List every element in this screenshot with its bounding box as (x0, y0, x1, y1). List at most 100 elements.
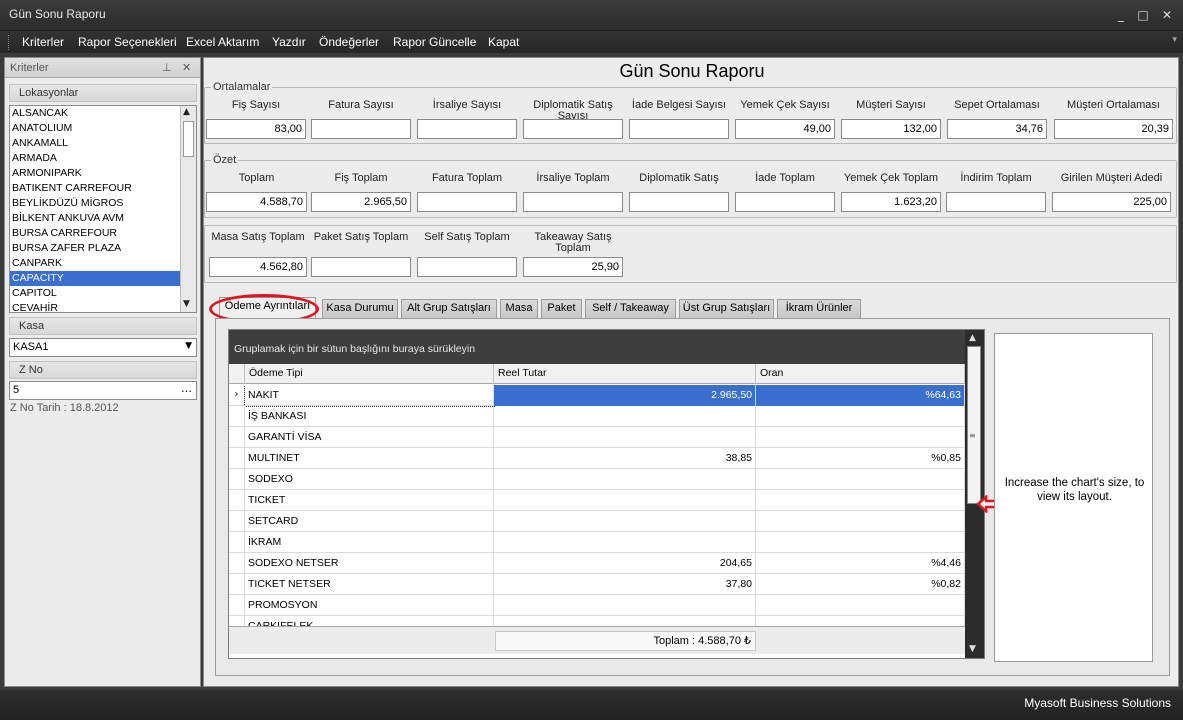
locations-scrollbar[interactable]: ▲ ▼ (180, 106, 196, 312)
menu-ondegerler[interactable]: Öndeğerler (319, 35, 379, 49)
menu-yazdir[interactable]: Yazdır (272, 35, 306, 49)
tab-5[interactable]: Self / Takeaway (585, 299, 676, 318)
tab-2[interactable]: Alt Grup Satışları (401, 299, 497, 318)
tab-6[interactable]: Üst Grup Satışları (679, 299, 774, 318)
cell-odeme-tipi[interactable]: SETCARD (245, 511, 494, 532)
cell-odeme-tipi[interactable]: SODEXO (245, 469, 494, 490)
cell-odeme-tipi[interactable]: İKRAM (245, 532, 494, 553)
table-row[interactable]: SETCARD (229, 511, 965, 532)
menu-rapor-guncelle[interactable]: Rapor Güncelle (393, 35, 476, 49)
ozet-field[interactable] (735, 192, 835, 212)
scroll-up-icon[interactable]: ▲ (969, 333, 976, 343)
group-panel[interactable]: Gruplamak için bir sütun başlığını buray… (229, 330, 965, 364)
tab-4[interactable]: Paket (541, 299, 582, 318)
cell-odeme-tipi[interactable]: TICKET (245, 490, 494, 511)
cell-reel-tutar[interactable] (494, 532, 756, 553)
menu-excel-aktarim[interactable]: Excel Aktarım (186, 35, 259, 49)
tab-1[interactable]: Kasa Durumu (322, 299, 398, 318)
column-header-reel-tutar[interactable]: Reel Tutar (494, 364, 756, 384)
table-row[interactable]: › NAKIT 2.965,50 %64,63 (229, 385, 965, 407)
cell-reel-tutar[interactable]: 2.965,50 (494, 385, 756, 406)
cell-oran[interactable] (756, 511, 965, 532)
location-item[interactable]: BATIKENT CARREFOUR (10, 181, 196, 196)
scroll-up-icon[interactable]: ▲ (183, 107, 190, 117)
cell-odeme-tipi[interactable]: NAKIT (244, 385, 495, 407)
satis-field[interactable]: 25,90 (523, 257, 623, 277)
cell-reel-tutar[interactable] (494, 616, 756, 626)
location-item[interactable]: BİLKENT ANKUVA AVM (10, 211, 196, 226)
table-row[interactable]: SODEXO (229, 469, 965, 490)
table-row[interactable]: MULTINET 38,85 %0,85 (229, 448, 965, 469)
dropdown-arrow-icon[interactable]: ▼ (185, 341, 192, 351)
scroll-thumb[interactable]: ≡ (967, 346, 981, 504)
column-header-odeme-tipi[interactable]: Ödeme Tipi (245, 364, 494, 384)
table-row[interactable]: GARANTİ VİSA (229, 427, 965, 448)
cell-odeme-tipi[interactable]: İŞ BANKASI (245, 406, 494, 427)
cell-reel-tutar[interactable]: 204,65 (494, 553, 756, 574)
chart-area[interactable]: Increase the chart's size, to view its l… (994, 333, 1153, 662)
menu-kapat[interactable]: Kapat (488, 35, 519, 49)
ortalamalar-field[interactable] (629, 119, 729, 139)
location-item[interactable]: CAPACITY (10, 271, 196, 286)
cell-reel-tutar[interactable] (494, 511, 756, 532)
ozet-field[interactable] (946, 192, 1046, 212)
location-item[interactable]: ANATOLIUM (10, 121, 196, 136)
payment-grid[interactable]: Gruplamak için bir sütun başlığını buray… (228, 329, 985, 659)
cell-oran[interactable]: %0,82 (756, 574, 965, 595)
location-item[interactable]: ALSANCAK (10, 106, 196, 121)
table-row[interactable]: TICKET NETSER 37,80 %0,82 (229, 574, 965, 595)
ozet-field[interactable]: 2.965,50 (311, 192, 411, 212)
menu-kriterler[interactable]: Kriterler (22, 35, 64, 49)
cell-reel-tutar[interactable]: 37,80 (494, 574, 756, 595)
location-item[interactable]: ARMONIPARK (10, 166, 196, 181)
ortalamalar-field[interactable]: 34,76 (947, 119, 1047, 139)
cell-oran[interactable] (756, 469, 965, 490)
cell-odeme-tipi[interactable]: PROMOSYON (245, 595, 494, 616)
table-row[interactable]: CARKIFELEK (229, 616, 965, 626)
cell-odeme-tipi[interactable]: MULTINET (245, 448, 494, 469)
minimize-icon[interactable]: _ (1112, 7, 1130, 23)
satis-field[interactable] (417, 257, 517, 277)
location-item[interactable]: ANKAMALL (10, 136, 196, 151)
cell-oran[interactable] (756, 427, 965, 448)
cell-oran[interactable] (756, 532, 965, 553)
cell-oran[interactable] (756, 490, 965, 511)
ortalamalar-field[interactable] (417, 119, 517, 139)
table-row[interactable]: SODEXO NETSER 204,65 %4,46 (229, 553, 965, 574)
ortalamalar-field[interactable]: 49,00 (735, 119, 835, 139)
location-item[interactable]: CEVAHİR (10, 301, 196, 312)
cell-reel-tutar[interactable] (494, 427, 756, 448)
ozet-field[interactable]: 4.588,70 (206, 192, 307, 212)
cell-oran[interactable]: %0,85 (756, 448, 965, 469)
ortalamalar-field[interactable]: 83,00 (206, 119, 306, 139)
location-item[interactable]: BURSA CARREFOUR (10, 226, 196, 241)
satis-field[interactable] (311, 257, 411, 277)
ozet-field[interactable]: 1.623,20 (841, 192, 941, 212)
zno-field[interactable]: 5 … (9, 381, 197, 400)
cell-oran[interactable]: %64,63 (756, 385, 965, 406)
cell-odeme-tipi[interactable]: TICKET NETSER (245, 574, 494, 595)
cell-reel-tutar[interactable] (494, 469, 756, 490)
cell-oran[interactable] (756, 616, 965, 626)
close-icon[interactable]: ✕ (1158, 7, 1176, 23)
cell-odeme-tipi[interactable]: GARANTİ VİSA (245, 427, 494, 448)
table-row[interactable]: TICKET (229, 490, 965, 511)
tab-3[interactable]: Masa (500, 299, 538, 318)
ortalamalar-field[interactable]: 132,00 (841, 119, 941, 139)
location-item[interactable]: ARMADA (10, 151, 196, 166)
scroll-down-icon[interactable]: ▼ (183, 299, 190, 309)
cell-oran[interactable]: %4,46 (756, 553, 965, 574)
cell-reel-tutar[interactable] (494, 406, 756, 427)
location-item[interactable]: BEYLİKDÜZÜ MİGROS (10, 196, 196, 211)
menu-overflow-icon[interactable]: ▾ (1172, 35, 1177, 45)
location-item[interactable]: CAPITOL (10, 286, 196, 301)
column-header-oran[interactable]: Oran (756, 364, 965, 384)
satis-field[interactable]: 4.562,80 (209, 257, 307, 277)
cell-reel-tutar[interactable]: 38,85 (494, 448, 756, 469)
scroll-thumb[interactable] (183, 121, 194, 157)
location-item[interactable]: CANPARK (10, 256, 196, 271)
ortalamalar-field[interactable]: 20,39 (1054, 119, 1173, 139)
scroll-down-icon[interactable]: ▼ (969, 644, 976, 654)
table-row[interactable]: İKRAM (229, 532, 965, 553)
cell-reel-tutar[interactable] (494, 595, 756, 616)
